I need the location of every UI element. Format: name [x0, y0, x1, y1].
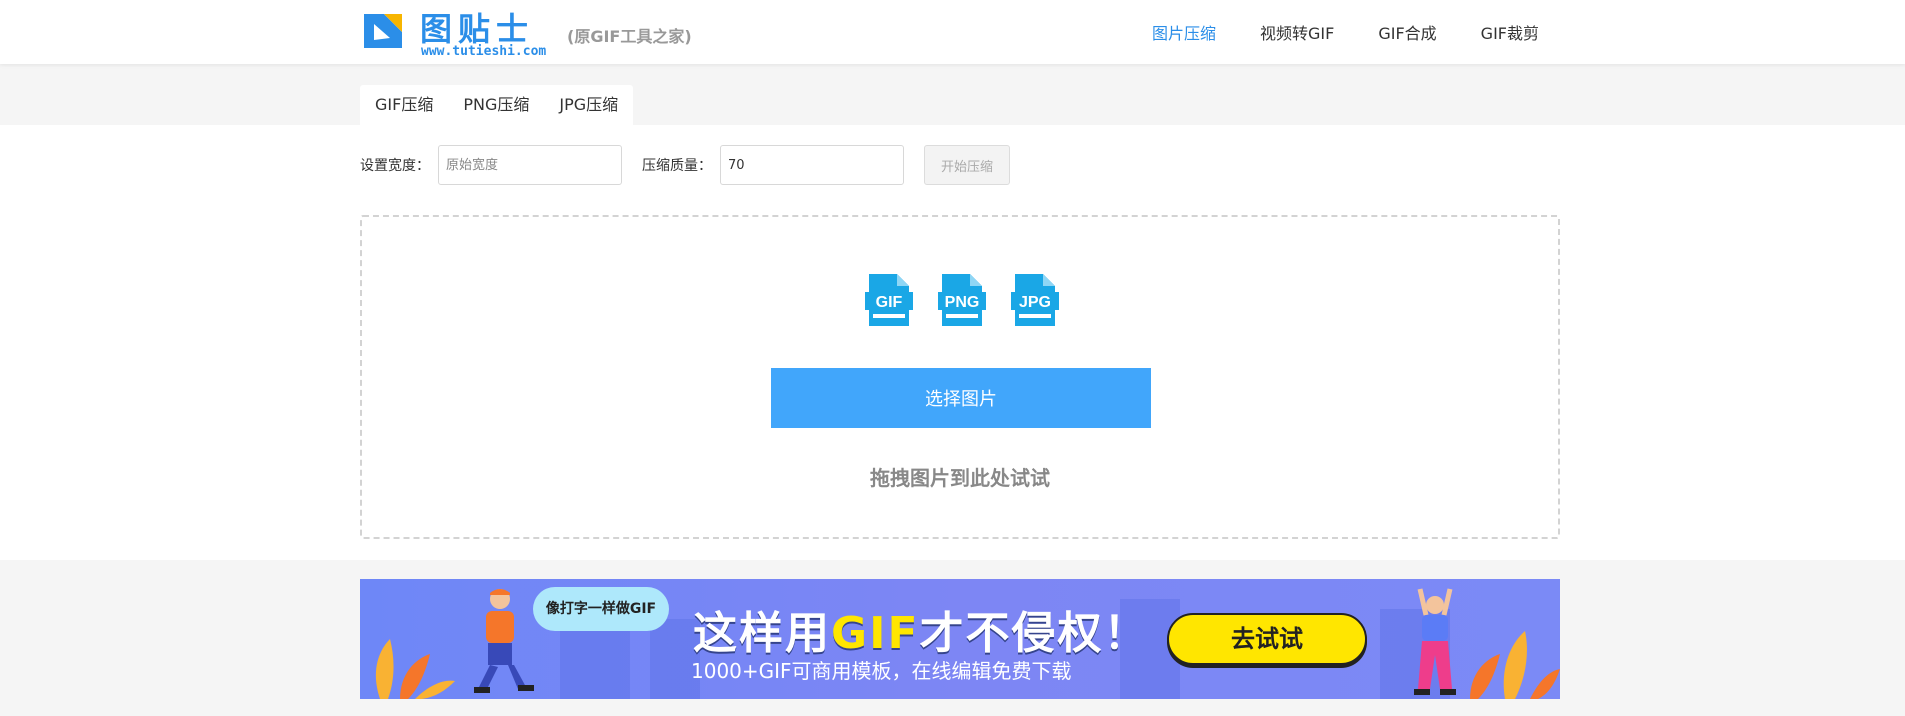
select-image-button[interactable]: 选择图片 [771, 368, 1151, 428]
promo-banner[interactable]: 像打字一样做GIF 这样用GIF才不侵权！ 1000+GIF可商用模板，在线编辑… [360, 579, 1560, 699]
headline-post: 才不侵权！ [919, 608, 1150, 659]
headline-pre: 这样用 [693, 608, 831, 659]
file-type-icons: GIF PNG JPG [865, 272, 1084, 328]
jpg-file-icon: JPG [1011, 274, 1059, 326]
drop-zone[interactable]: GIF PNG JPG 选择图片 拖拽图片到此处试试 [360, 215, 1560, 539]
nav-image-compress[interactable]: 图片压缩 [1152, 20, 1216, 44]
drop-hint: 拖拽图片到此处试试 [870, 466, 1050, 490]
main-nav: 图片压缩 视频转GIF GIF合成 GIF裁剪 [1108, 0, 1539, 64]
gif-file-icon: GIF [865, 274, 913, 326]
leaf-right-icon [1470, 631, 1560, 699]
tab-png-compress[interactable]: PNG压缩 [448, 85, 544, 125]
nav-gif-crop[interactable]: GIF裁剪 [1481, 20, 1539, 44]
jpg-icon-label: JPG [1019, 294, 1051, 311]
nav-video-to-gif[interactable]: 视频转GIF [1260, 20, 1334, 44]
nav-gif-compose[interactable]: GIF合成 [1378, 20, 1436, 44]
banner-bubble: 像打字一样做GIF [533, 587, 669, 631]
character-left-icon [474, 589, 534, 693]
tab-gif-compress[interactable]: GIF压缩 [360, 85, 448, 125]
logo-subtitle: (原GIF工具之家) [567, 27, 692, 46]
headline-gif: GIF [831, 608, 920, 659]
banner-try-button[interactable]: 去试试 [1167, 613, 1367, 665]
quality-label: 压缩质量： [642, 158, 712, 174]
format-tabs: GIF压缩 PNG压缩 JPG压缩 [360, 85, 634, 125]
compress-panel: 设置宽度： 压缩质量： 开始压缩 GIF PNG [0, 125, 1905, 560]
logo-mark-icon [364, 14, 402, 48]
gif-icon-label: GIF [876, 294, 903, 311]
start-compress-button[interactable]: 开始压缩 [924, 145, 1010, 185]
width-label: 设置宽度： [360, 158, 430, 174]
png-file-icon: PNG [938, 274, 986, 326]
tab-jpg-compress[interactable]: JPG压缩 [544, 85, 633, 125]
top-header: 图贴士 www.tutieshi.com (原GIF工具之家) 图片压缩 视频转… [0, 0, 1905, 64]
quality-input[interactable] [720, 145, 904, 185]
settings-row: 设置宽度： 压缩质量： 开始压缩 [360, 145, 1010, 185]
banner-subtitle: 1000+GIF可商用模板，在线编辑免费下载 [691, 659, 1072, 683]
banner-headline: 这样用GIF才不侵权！ [693, 597, 1150, 661]
width-input[interactable] [438, 145, 622, 185]
site-logo[interactable]: 图贴士 www.tutieshi.com (原GIF工具之家) [362, 8, 692, 59]
logo-url: www.tutieshi.com [421, 44, 547, 59]
leaf-left-icon [375, 639, 455, 699]
png-icon-label: PNG [945, 294, 980, 311]
